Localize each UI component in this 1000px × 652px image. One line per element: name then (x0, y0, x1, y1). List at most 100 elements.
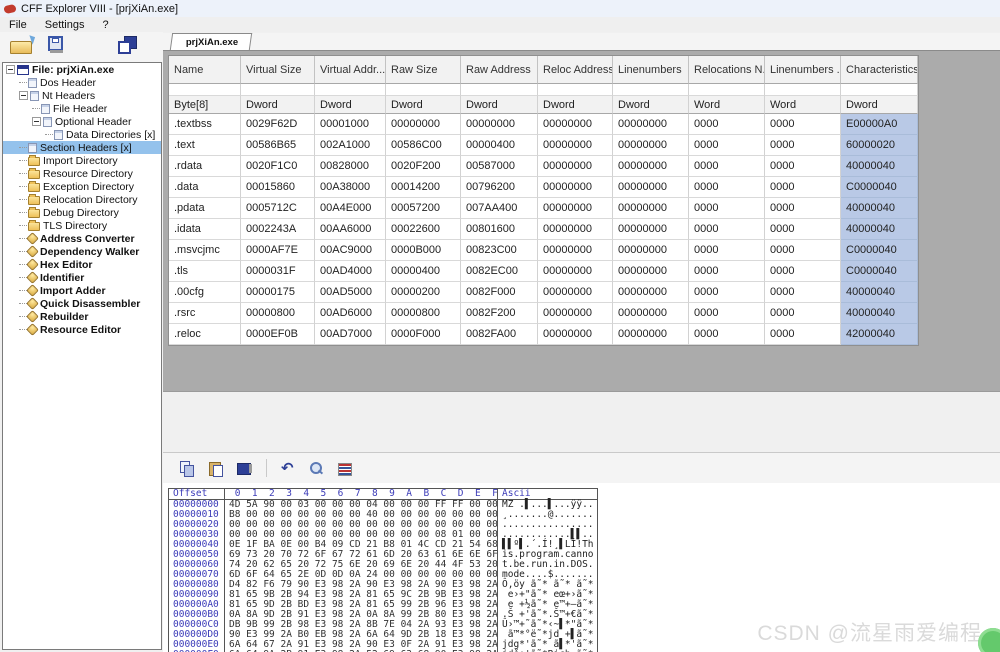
table-blank-row-cell-7[interactable] (689, 84, 765, 96)
table-types-row-cell-7[interactable]: Word (689, 96, 765, 114)
tree-item-optional-header[interactable]: Optional Header (3, 115, 161, 128)
table-row-msvcjmc-cell-3[interactable]: 0000B000 (386, 240, 461, 261)
table-row-rsrc-cell-1[interactable]: 00000800 (241, 303, 315, 324)
table-row-rsrc-cell-0[interactable]: .rsrc (169, 303, 241, 324)
table-row-rsrc-cell-8[interactable]: 0000 (765, 303, 841, 324)
table-row-rsrc-cell-9[interactable]: 40000040 (841, 303, 918, 324)
tree-item-nt-headers[interactable]: Nt Headers (3, 89, 161, 102)
table-header-row-cell-1[interactable]: Virtual Size (241, 56, 315, 84)
tree-item-debug-directory[interactable]: Debug Directory (3, 206, 161, 219)
tree-item-quick-disassembler[interactable]: Quick Disassembler (3, 297, 161, 310)
table-row-idata-cell-7[interactable]: 0000 (689, 219, 765, 240)
tree-item-relocation-directory[interactable]: Relocation Directory (3, 193, 161, 206)
table-row-reloc-cell-6[interactable]: 00000000 (613, 324, 689, 345)
table-row-rdata-cell-0[interactable]: .rdata (169, 156, 241, 177)
table-row-00cfg-cell-7[interactable]: 0000 (689, 282, 765, 303)
table-row-data-cell-4[interactable]: 00796200 (461, 177, 538, 198)
table-row-idata-cell-1[interactable]: 0002243A (241, 219, 315, 240)
table-header-row-cell-2[interactable]: Virtual Addr... (315, 56, 386, 84)
expander-minus-icon[interactable] (32, 117, 41, 126)
table-blank-row-cell-8[interactable] (765, 84, 841, 96)
tree-item-import-directory[interactable]: Import Directory (3, 154, 161, 167)
table-row-pdata-cell-5[interactable]: 00000000 (538, 198, 613, 219)
menu-item-settings[interactable]: Settings (36, 19, 94, 31)
table-row-tls-cell-9[interactable]: C0000040 (841, 261, 918, 282)
table-row-pdata-cell-8[interactable]: 0000 (765, 198, 841, 219)
table-row-idata-cell-8[interactable]: 0000 (765, 219, 841, 240)
table-row-rdata-cell-2[interactable]: 00828000 (315, 156, 386, 177)
table-types-row-cell-1[interactable]: Dword (241, 96, 315, 114)
table-row-textbss-cell-6[interactable]: 00000000 (613, 114, 689, 135)
table-types-row-cell-2[interactable]: Dword (315, 96, 386, 114)
save-file-icon[interactable] (48, 36, 65, 54)
table-row-reloc-cell-2[interactable]: 00AD7000 (315, 324, 386, 345)
table-blank-row-cell-0[interactable] (169, 84, 241, 96)
tree-item-dependency-walker[interactable]: Dependency Walker (3, 245, 161, 258)
table-row-text-cell-0[interactable]: .text (169, 135, 241, 156)
table-row-00cfg-cell-9[interactable]: 40000040 (841, 282, 918, 303)
table-row-text-cell-2[interactable]: 002A1000 (315, 135, 386, 156)
table-row-rdata-cell-9[interactable]: 40000040 (841, 156, 918, 177)
tab-prjxian-exe[interactable]: prjXiAn.exe (170, 33, 253, 50)
table-header-row-cell-8[interactable]: Linenumbers ... (765, 56, 841, 84)
table-row-rsrc-cell-3[interactable]: 00000800 (386, 303, 461, 324)
table-row-rdata-cell-4[interactable]: 00587000 (461, 156, 538, 177)
menu-item-[interactable]: ? (93, 19, 117, 31)
tree-item-resource-editor[interactable]: Resource Editor (3, 323, 161, 336)
table-row-pdata-cell-4[interactable]: 007AA400 (461, 198, 538, 219)
table-header-row-cell-3[interactable]: Raw Size (386, 56, 461, 84)
table-row-00cfg-cell-8[interactable]: 0000 (765, 282, 841, 303)
table-row-pdata-cell-0[interactable]: .pdata (169, 198, 241, 219)
table-blank-row-cell-4[interactable] (461, 84, 538, 96)
table-row-reloc-cell-0[interactable]: .reloc (169, 324, 241, 345)
tree-item-data-directories-x[interactable]: Data Directories [x] (3, 128, 161, 141)
table-row-textbss-cell-0[interactable]: .textbss (169, 114, 241, 135)
table-row-text-cell-8[interactable]: 0000 (765, 135, 841, 156)
table-row-pdata-cell-2[interactable]: 00A4E000 (315, 198, 386, 219)
fill-selection-icon[interactable] (237, 461, 252, 476)
table-row-tls-cell-1[interactable]: 0000031F (241, 261, 315, 282)
tree-item-exception-directory[interactable]: Exception Directory (3, 180, 161, 193)
table-row-msvcjmc-cell-4[interactable]: 00823C00 (461, 240, 538, 261)
table-row-00cfg-cell-2[interactable]: 00AD5000 (315, 282, 386, 303)
table-row-data-cell-9[interactable]: C0000040 (841, 177, 918, 198)
table-row-rdata-cell-6[interactable]: 00000000 (613, 156, 689, 177)
table-types-row-cell-0[interactable]: Byte[8] (169, 96, 241, 114)
open-file-icon[interactable] (10, 36, 34, 54)
tree-item-rebuilder[interactable]: Rebuilder (3, 310, 161, 323)
table-header-row-cell-7[interactable]: Relocations N... (689, 56, 765, 84)
table-row-data-cell-6[interactable]: 00000000 (613, 177, 689, 198)
hex-offset[interactable]: Offset (169, 489, 225, 499)
expander-minus-icon[interactable] (19, 91, 28, 100)
table-row-textbss-cell-8[interactable]: 0000 (765, 114, 841, 135)
table-types-row-cell-6[interactable]: Dword (613, 96, 689, 114)
table-row-textbss-cell-5[interactable]: 00000000 (538, 114, 613, 135)
table-row-reloc-cell-5[interactable]: 00000000 (538, 324, 613, 345)
table-row-reloc-cell-1[interactable]: 0000EF0B (241, 324, 315, 345)
table-row-text-cell-1[interactable]: 00586B65 (241, 135, 315, 156)
table-row-textbss-cell-9[interactable]: E00000A0 (841, 114, 918, 135)
table-row-idata-cell-5[interactable]: 00000000 (538, 219, 613, 240)
table-types-row-cell-8[interactable]: Word (765, 96, 841, 114)
table-row-idata-cell-6[interactable]: 00000000 (613, 219, 689, 240)
tree-item-address-converter[interactable]: Address Converter (3, 232, 161, 245)
table-row-idata-cell-2[interactable]: 00AA6000 (315, 219, 386, 240)
table-types-row-cell-4[interactable]: Dword (461, 96, 538, 114)
table-row-pdata-cell-9[interactable]: 40000040 (841, 198, 918, 219)
tree-item-dos-header[interactable]: Dos Header (3, 76, 161, 89)
table-row-tls-cell-5[interactable]: 00000000 (538, 261, 613, 282)
table-types-row-cell-9[interactable]: Dword (841, 96, 918, 114)
tree-item-file-header[interactable]: File Header (3, 102, 161, 115)
table-row-msvcjmc-cell-0[interactable]: .msvcjmc (169, 240, 241, 261)
table-row-textbss-cell-7[interactable]: 0000 (689, 114, 765, 135)
table-row-rsrc-cell-6[interactable]: 00000000 (613, 303, 689, 324)
tree-item-identifier[interactable]: Identifier (3, 271, 161, 284)
table-row-tls-cell-7[interactable]: 0000 (689, 261, 765, 282)
table-row-00cfg-cell-5[interactable]: 00000000 (538, 282, 613, 303)
table-row-rdata-cell-1[interactable]: 0020F1C0 (241, 156, 315, 177)
table-row-pdata-cell-1[interactable]: 0005712C (241, 198, 315, 219)
table-row-msvcjmc-cell-7[interactable]: 0000 (689, 240, 765, 261)
table-row-data-cell-8[interactable]: 0000 (765, 177, 841, 198)
table-row-data-cell-0[interactable]: .data (169, 177, 241, 198)
table-row-msvcjmc-cell-8[interactable]: 0000 (765, 240, 841, 261)
